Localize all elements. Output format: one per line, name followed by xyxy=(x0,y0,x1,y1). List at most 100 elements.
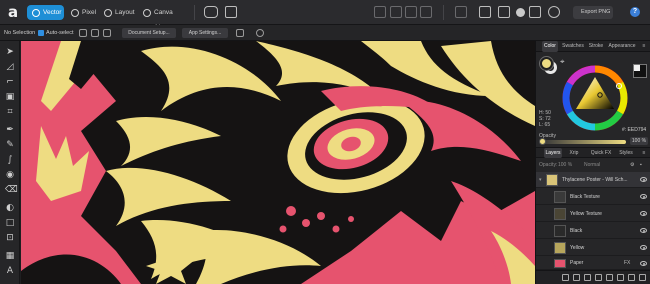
tab-appearance[interactable]: Appearance xyxy=(608,41,636,52)
snapping-grid-icon[interactable] xyxy=(225,6,237,18)
tab-layers[interactable]: Layers xyxy=(544,148,562,158)
crop-tool-icon[interactable]: ⌗ xyxy=(5,107,15,117)
layer-row[interactable]: ▾ Thylacene Poster - Will Sch... xyxy=(536,172,650,188)
visibility-eye-icon[interactable] xyxy=(640,245,647,250)
live-filter-icon[interactable] xyxy=(606,274,613,281)
copy-icon[interactable] xyxy=(91,29,99,37)
layer-thumbnail xyxy=(546,174,558,186)
color-panel-tabs: Color Swatches Stroke Appearance ≡ xyxy=(536,41,650,52)
hex-value[interactable]: #: EED794 xyxy=(622,127,646,133)
artwork-thylacine-poster xyxy=(21,41,535,284)
align-right-icon[interactable] xyxy=(405,6,417,18)
auto-select-label: Auto-select xyxy=(46,30,74,36)
layer-opacity-value[interactable]: 100 % xyxy=(558,159,572,171)
arrange-forward-icon[interactable] xyxy=(498,6,510,18)
pencil-tool-icon[interactable]: ✎ xyxy=(5,140,15,150)
lock-icon[interactable]: ▪ xyxy=(640,159,642,171)
hsl-color-wheel[interactable] xyxy=(562,65,628,131)
group-icon[interactable] xyxy=(617,274,624,281)
distribute-icon[interactable] xyxy=(420,6,432,18)
export-png-button[interactable]: Export PNG xyxy=(573,6,613,19)
view-mode-icon[interactable] xyxy=(204,6,218,18)
persona-layout-label: Layout xyxy=(115,9,135,16)
tab-color[interactable]: Color xyxy=(542,41,558,52)
transparency-tool-icon[interactable]: ◐ xyxy=(5,203,15,213)
artboard-tool-icon[interactable]: ▣ xyxy=(5,92,15,102)
selection-status: No Selection xyxy=(4,30,36,36)
default-colors-swatch[interactable] xyxy=(633,64,647,78)
persona-vector-button[interactable]: Vector xyxy=(27,5,64,20)
layer-row[interactable]: Paper FX xyxy=(536,257,650,270)
fx-badge[interactable]: FX xyxy=(624,257,630,270)
persona-pixel-button[interactable]: Pixel xyxy=(66,5,96,20)
affinity-logo[interactable]: a xyxy=(4,4,22,21)
mask-icon[interactable] xyxy=(584,274,591,281)
visibility-eye-icon[interactable] xyxy=(640,211,647,216)
panel-menu-icon[interactable]: ≡ xyxy=(640,148,648,158)
panel-menu-icon[interactable]: ≡ xyxy=(640,41,648,52)
transform-icon[interactable] xyxy=(455,6,467,18)
layer-row[interactable]: Yellow Texture xyxy=(536,206,650,222)
snapping-magnet-icon[interactable] xyxy=(548,6,560,18)
align-center-icon[interactable] xyxy=(390,6,402,18)
visibility-eye-icon[interactable] xyxy=(640,177,647,182)
visibility-eye-icon[interactable] xyxy=(640,194,647,199)
move-tool-icon[interactable]: ➤ xyxy=(5,47,15,57)
visibility-eye-icon[interactable] xyxy=(640,228,647,233)
layer-row[interactable]: Black Texture xyxy=(536,189,650,205)
adjustment-icon[interactable] xyxy=(595,274,602,281)
top-toolbar: a Vector Pixel Layout Canva AI Export PN… xyxy=(0,0,650,31)
document-canvas[interactable] xyxy=(21,41,535,284)
tab-styles[interactable]: Styles xyxy=(618,148,634,158)
arrange-back-icon[interactable] xyxy=(479,6,491,18)
node-tool-icon[interactable]: ◿ xyxy=(5,62,15,72)
opacity-slider[interactable] xyxy=(544,140,626,144)
add-fill-layer-icon[interactable] xyxy=(573,274,580,281)
persona-layout-button[interactable]: Layout xyxy=(99,5,135,20)
boolean-add-icon[interactable] xyxy=(516,8,525,17)
gear-icon[interactable] xyxy=(256,29,264,37)
layers-toggle-icon[interactable] xyxy=(236,29,244,37)
blend-mode-select[interactable]: Normal xyxy=(584,159,600,171)
brush-tool-icon[interactable]: ∫ xyxy=(5,155,15,165)
auto-select-checkbox[interactable] xyxy=(38,30,44,36)
visibility-eye-icon[interactable] xyxy=(640,261,647,266)
corner-tool-icon[interactable]: ⌐ xyxy=(5,77,15,87)
gear-icon[interactable]: ⚙ xyxy=(630,159,634,171)
fill-color-swatch[interactable] xyxy=(540,57,553,70)
fill-tool-icon[interactable]: ◉ xyxy=(5,170,15,180)
paste-icon[interactable] xyxy=(103,29,111,37)
trash-icon[interactable] xyxy=(639,274,646,281)
boolean-subtract-icon[interactable] xyxy=(529,6,541,18)
select-mode-icon[interactable] xyxy=(79,29,87,37)
persona-canva-ai-button[interactable]: Canva AI xyxy=(138,5,182,31)
fx-icon[interactable] xyxy=(628,274,635,281)
rectangle-tool-icon[interactable]: □ xyxy=(5,218,15,228)
chevron-down-icon[interactable]: ▾ xyxy=(539,172,542,188)
layers-footer xyxy=(536,270,650,284)
help-icon[interactable]: ? xyxy=(630,7,640,17)
layer-row[interactable]: Yellow xyxy=(536,240,650,256)
app-settings-button[interactable]: App Settings... xyxy=(182,28,228,38)
color-wheel[interactable] xyxy=(562,65,628,131)
layer-row[interactable]: Black xyxy=(536,223,650,239)
opacity-slider-handle[interactable] xyxy=(539,138,546,145)
add-layer-icon[interactable] xyxy=(562,274,569,281)
opacity-value-field[interactable]: 100 % xyxy=(630,137,648,145)
document-setup-button[interactable]: Document Setup... xyxy=(122,28,176,38)
pen-tool-icon[interactable]: ✒ xyxy=(5,125,15,135)
align-left-icon[interactable] xyxy=(374,6,386,18)
image-tool-icon[interactable]: ▦ xyxy=(5,251,15,261)
layer-name: Thylacene Poster - Will Sch... xyxy=(562,177,628,183)
toolbar-divider xyxy=(443,5,444,20)
tab-quick-fx[interactable]: Quick FX xyxy=(590,148,612,158)
layer-opacity-label: Opacity: xyxy=(539,162,558,168)
tab-xrip[interactable]: Xrip xyxy=(567,148,581,158)
text-tool-icon[interactable]: A xyxy=(5,266,15,276)
tab-swatches[interactable]: Swatches xyxy=(561,41,585,52)
tab-stroke[interactable]: Stroke xyxy=(587,41,605,52)
layer-name: Yellow xyxy=(570,245,585,251)
eraser-tool-icon[interactable]: ⌫ xyxy=(5,185,18,195)
frame-text-tool-icon[interactable]: ⊡ xyxy=(5,233,15,243)
layers-panel-tabs: Layers Xrip Quick FX Styles ≡ xyxy=(536,147,650,158)
